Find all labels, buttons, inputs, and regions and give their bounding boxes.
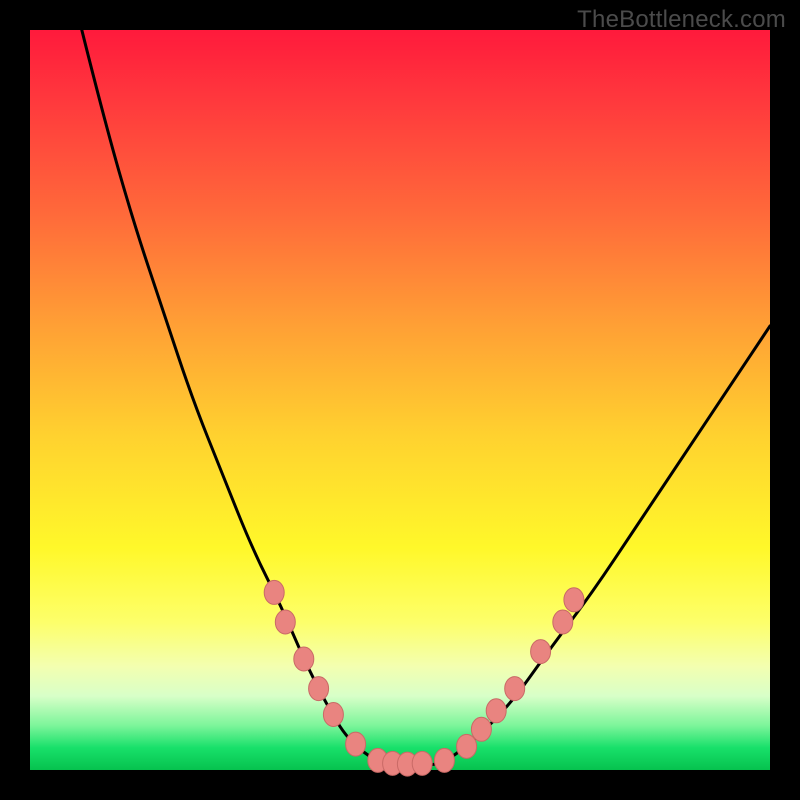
- data-marker: [471, 717, 491, 741]
- data-marker: [434, 748, 454, 772]
- curve-group: [82, 30, 770, 766]
- bottleneck-curve: [82, 30, 770, 766]
- data-marker: [531, 640, 551, 664]
- data-marker: [505, 677, 525, 701]
- data-marker: [264, 580, 284, 604]
- data-marker: [553, 610, 573, 634]
- data-marker: [486, 699, 506, 723]
- data-marker: [309, 677, 329, 701]
- data-marker: [412, 751, 432, 775]
- chart-svg: [30, 30, 770, 770]
- chart-frame: TheBottleneck.com: [0, 0, 800, 800]
- data-marker: [275, 610, 295, 634]
- data-marker: [346, 732, 366, 756]
- data-marker: [323, 703, 343, 727]
- data-marker: [457, 734, 477, 758]
- data-marker: [294, 647, 314, 671]
- plot-area: [30, 30, 770, 770]
- data-marker: [564, 588, 584, 612]
